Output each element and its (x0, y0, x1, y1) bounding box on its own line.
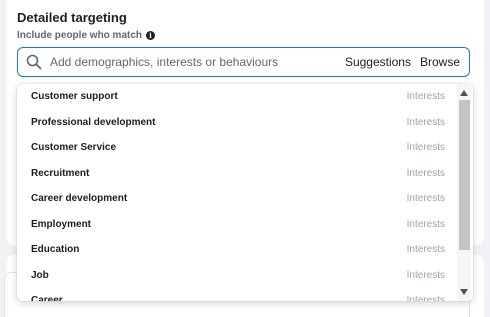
suggestion-row[interactable]: Professional development Interests (17, 110, 455, 136)
suggestions-dropdown: Customer support Interests Professional de… (17, 84, 473, 301)
suggestions-list: Customer support Interests Professional de… (17, 84, 455, 301)
page: Detailed targeting Include people who ma… (0, 0, 490, 317)
suggestion-row[interactable]: Education Interests (17, 237, 455, 263)
suggestion-type: Interests (406, 167, 445, 179)
scrollbar-thumb[interactable] (459, 100, 470, 250)
suggestion-name: Employment (31, 218, 92, 230)
suggestion-row[interactable]: Career Interests (17, 288, 455, 301)
suggestion-row[interactable]: Recruitment Interests (17, 161, 455, 187)
suggestion-row[interactable]: Job Interests (17, 263, 455, 289)
suggestion-type: Interests (406, 91, 445, 103)
info-icon[interactable]: i (146, 31, 156, 40)
suggestion-row[interactable]: Career development Interests (17, 186, 455, 212)
suggestion-type: Interests (406, 142, 445, 154)
search-input[interactable] (50, 55, 345, 69)
include-label: Include people who match i (17, 30, 156, 41)
include-label-text: Include people who match (17, 30, 143, 41)
suggestion-type: Interests (406, 295, 445, 301)
suggestion-type: Interests (406, 116, 445, 128)
scroll-up-arrow-icon[interactable] (457, 86, 471, 100)
search-icon (26, 54, 42, 70)
dropdown-scrollbar[interactable] (457, 84, 471, 301)
suggestion-name: Customer Service (31, 142, 117, 154)
browse-link[interactable]: Browse (420, 55, 460, 69)
suggestion-name: Professional development (31, 116, 156, 128)
suggestion-name: Recruitment (31, 167, 90, 179)
suggestion-row[interactable]: Customer support Interests (17, 84, 455, 110)
suggestion-name: Career (31, 295, 63, 301)
suggestions-link[interactable]: Suggestions (345, 55, 411, 69)
suggestion-row[interactable]: Employment Interests (17, 212, 455, 238)
suggestion-type: Interests (406, 218, 445, 230)
detailed-targeting-search: Suggestions Browse (17, 47, 470, 77)
suggestion-type: Interests (406, 193, 445, 205)
suggestion-row[interactable]: Customer Service Interests (17, 135, 455, 161)
suggestion-type: Interests (406, 244, 445, 256)
suggestion-name: Career development (31, 193, 128, 205)
suggestion-name: Education (31, 244, 80, 256)
scroll-down-arrow-icon[interactable] (457, 285, 471, 299)
suggestion-name: Customer support (31, 91, 118, 103)
suggestion-name: Job (31, 269, 49, 281)
section-title: Detailed targeting (17, 10, 127, 25)
suggestion-type: Interests (406, 269, 445, 281)
